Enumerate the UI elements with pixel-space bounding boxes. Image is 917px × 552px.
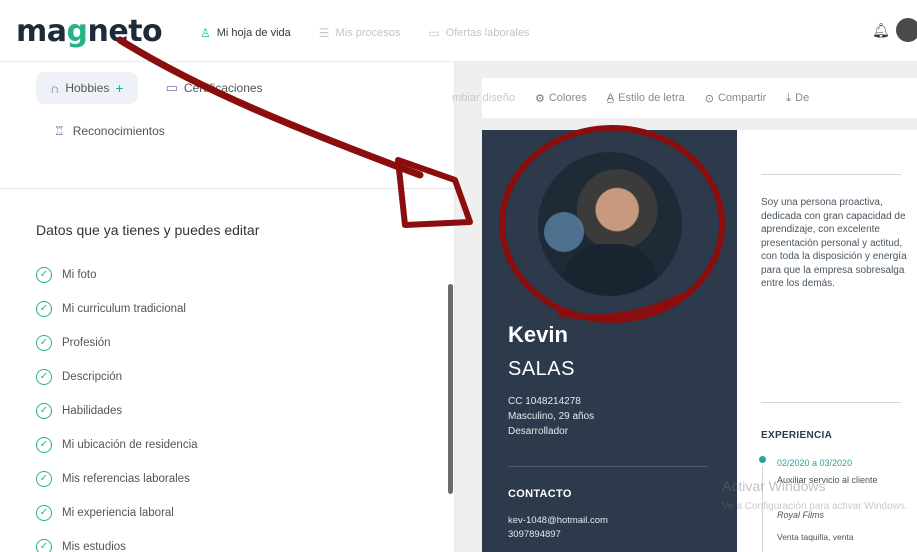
list-item-label: Profesión <box>62 337 111 349</box>
list-item[interactable]: ✓ Profesión <box>36 326 198 360</box>
timeline-dot <box>759 456 766 463</box>
avatar[interactable] <box>896 18 917 42</box>
check-icon: ✓ <box>36 335 52 351</box>
reconocimientos-tag[interactable]: ♖ Reconocimientos <box>54 124 165 138</box>
nav-ofertas-laborales[interactable]: ▭ Ofertas laborales <box>428 26 529 40</box>
headphones-icon: ∩ <box>50 80 60 96</box>
font-icon: A̲ <box>606 92 615 104</box>
share-icon: ⊙ <box>704 92 714 105</box>
check-icon: ✓ <box>36 403 52 419</box>
check-icon: ✓ <box>36 301 52 317</box>
user-icon: ♙ <box>200 26 211 40</box>
change-design-button[interactable]: mbiar diseño <box>452 92 515 104</box>
nav-label: Mis procesos <box>335 27 401 39</box>
check-icon: ✓ <box>36 437 52 453</box>
certificaciones-label: Certificaciones <box>183 81 263 95</box>
certificaciones-tag[interactable]: ▭ Certificaciones <box>152 72 277 104</box>
download-button[interactable]: ⤓ De <box>786 92 809 105</box>
check-icon: ✓ <box>36 505 52 521</box>
editable-data-title: Datos que ya tienes y puedes editar <box>36 222 260 238</box>
phone: 3097894897 <box>508 529 561 540</box>
section-tags: ∩ Hobbies + ▭ Certificaciones <box>36 72 277 104</box>
sidebar-scrollbar[interactable] <box>448 284 453 494</box>
experience-date: 02/2020 a 03/2020 <box>777 458 853 468</box>
divider <box>761 174 901 175</box>
first-name: Kevin <box>508 322 568 347</box>
photo-shirt <box>562 244 658 296</box>
list-item-label: Mi experiencia laboral <box>62 507 174 519</box>
share-label: Compartir <box>717 92 767 104</box>
check-icon: ✓ <box>36 369 52 385</box>
bell-icon[interactable]: 🔔︎ <box>872 22 890 39</box>
divider <box>761 402 901 403</box>
contact-info: kev-1048@hotmail.com 3097894897 <box>508 514 608 542</box>
nav-label: Mi hoja de vida <box>216 27 291 39</box>
editable-data-list: ✓ Mi foto ✓ Mi curriculum tradicional ✓ Pro… <box>36 258 198 552</box>
profile-description: Soy una persona proactiva, dedicada con … <box>761 197 907 289</box>
list-item[interactable]: ✓ Mi foto <box>36 258 198 292</box>
list-item-label: Mi foto <box>62 269 97 281</box>
list-item-label: Mis estudios <box>62 541 126 552</box>
personal-info: CC 1048214278 Masculino, 29 años Desarro… <box>508 394 594 439</box>
divider <box>0 188 455 189</box>
certificate-icon: ▭ <box>165 80 178 95</box>
nav-mi-hoja-de-vida[interactable]: ♙ Mi hoja de vida <box>200 26 291 40</box>
palette-icon: ⚙ <box>534 92 545 105</box>
list-item-label: Descripción <box>62 371 123 383</box>
resume-preview: Kevin SALAS CC 1048214278 Masculino, 29 … <box>482 130 917 552</box>
list-item-label: Mi ubicación de residencia <box>62 439 198 451</box>
resume-sidebar: Kevin SALAS CC 1048214278 Masculino, 29 … <box>482 130 737 552</box>
list-item[interactable]: ✓ Mi ubicación de residencia <box>36 428 198 462</box>
font-style-button[interactable]: A̲ Estilo de letra <box>607 92 685 104</box>
list-item[interactable]: ✓ Mis estudios <box>36 530 198 552</box>
main-nav: ♙ Mi hoja de vida ☰ Mis procesos ▭ Ofert… <box>200 26 529 40</box>
check-icon: ✓ <box>36 267 52 283</box>
share-button[interactable]: ⊙ Compartir <box>705 92 767 105</box>
top-navbar: magneto ♙ Mi hoja de vida ☰ Mis procesos… <box>0 0 917 62</box>
id-number: CC 1048214278 <box>508 396 581 407</box>
contact-heading: CONTACTO <box>508 488 572 500</box>
colors-label: Colores <box>548 92 587 104</box>
list-item-label: Habilidades <box>62 405 123 417</box>
trophy-icon: ♖ <box>54 124 65 138</box>
list-item-label: Mis referencias laborales <box>62 473 190 485</box>
add-icon[interactable]: + <box>115 80 123 96</box>
nav-mis-procesos[interactable]: ☰ Mis procesos <box>319 26 401 40</box>
hobbies-tag[interactable]: ∩ Hobbies + <box>36 72 138 104</box>
email: kev-1048@hotmail.com <box>508 515 608 526</box>
experience-heading: EXPERIENCIA <box>761 430 833 441</box>
magneto-logo[interactable]: magneto <box>16 14 163 49</box>
list-item[interactable]: ✓ Mi curriculum tradicional <box>36 292 198 326</box>
resume-toolbar: mbiar diseño ⚙ Colores A̲ Estilo de letra … <box>452 78 917 118</box>
last-name: SALAS <box>508 358 575 380</box>
hobbies-label: Hobbies <box>65 81 110 95</box>
list-icon: ☰ <box>318 26 330 40</box>
list-item[interactable]: ✓ Mi experiencia laboral <box>36 496 198 530</box>
list-item[interactable]: ✓ Descripción <box>36 360 198 394</box>
list-item-label: Mi curriculum tradicional <box>62 303 186 315</box>
gender-age: Masculino, 29 años <box>508 411 595 422</box>
profession: Desarrollador <box>508 426 569 437</box>
windows-activation-subtitle: Ve a Configuración para activar Windows. <box>722 501 908 512</box>
check-icon: ✓ <box>36 539 52 552</box>
photo-background <box>544 212 584 252</box>
font-style-label: Estilo de letra <box>618 92 685 104</box>
briefcase-icon: ▭ <box>428 26 440 40</box>
colors-button[interactable]: ⚙ Colores <box>535 92 587 105</box>
download-icon: ⤓ <box>786 91 792 104</box>
divider <box>508 466 708 467</box>
nav-label: Ofertas laborales <box>445 27 530 39</box>
list-item[interactable]: ✓ Mis referencias laborales <box>36 462 198 496</box>
profile-photo[interactable] <box>538 152 682 296</box>
reconocimientos-label: Reconocimientos <box>72 124 165 138</box>
download-label: De <box>795 92 810 104</box>
check-icon: ✓ <box>36 471 52 487</box>
change-design-label: mbiar diseño <box>452 92 515 104</box>
edit-sidebar: ∩ Hobbies + ▭ Certificaciones ♖ Reconoci… <box>0 62 455 552</box>
experience-description: Venta taquilla, venta <box>777 532 854 542</box>
list-item[interactable]: ✓ Habilidades <box>36 394 198 428</box>
windows-activation-title: Activar Windows <box>722 478 826 494</box>
